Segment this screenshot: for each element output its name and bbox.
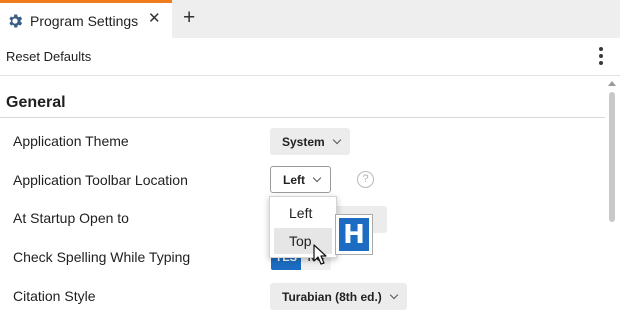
setting-label-toolbar-location: Application Toolbar Location bbox=[13, 172, 188, 188]
more-options-icon[interactable] bbox=[598, 47, 604, 67]
gear-icon bbox=[9, 14, 23, 27]
tab-program-settings[interactable]: Program Settings bbox=[0, 0, 172, 38]
chevron-down-icon bbox=[332, 135, 341, 144]
h-badge-letter: H bbox=[339, 218, 369, 251]
new-tab-button[interactable]: + bbox=[183, 6, 195, 30]
mouse-cursor-icon bbox=[313, 244, 327, 265]
settings-toolbar: Reset Defaults bbox=[0, 38, 620, 76]
chevron-down-icon bbox=[312, 173, 322, 182]
setting-label-application-theme: Application Theme bbox=[13, 133, 129, 149]
setting-label-check-spelling: Check Spelling While Typing bbox=[13, 249, 191, 265]
tab-bar: Program Settings ✕ + bbox=[0, 0, 620, 38]
application-theme-dropdown[interactable]: System bbox=[270, 128, 350, 155]
section-title-general: General bbox=[6, 94, 66, 111]
scrollbar-thumb[interactable] bbox=[609, 92, 615, 222]
toolbar-location-dropdown[interactable]: Left bbox=[270, 166, 331, 193]
menu-item-left[interactable]: Left bbox=[274, 200, 332, 226]
h-badge: H bbox=[335, 214, 373, 255]
tab-title: Program Settings bbox=[30, 12, 139, 29]
reset-defaults-button[interactable]: Reset Defaults bbox=[6, 49, 91, 64]
setting-label-startup-open-to: At Startup Open to bbox=[13, 210, 129, 226]
application-theme-value: System bbox=[282, 134, 325, 149]
citation-style-dropdown[interactable]: Turabian (8th ed.) bbox=[270, 283, 407, 310]
scroll-up-icon[interactable] bbox=[608, 81, 616, 86]
section-divider bbox=[0, 117, 605, 118]
chevron-down-icon bbox=[389, 290, 399, 299]
citation-style-value: Turabian (8th ed.) bbox=[282, 289, 382, 304]
toolbar-location-value: Left bbox=[283, 172, 305, 187]
setting-label-citation-style: Citation Style bbox=[13, 288, 96, 304]
close-tab-icon[interactable]: ✕ bbox=[148, 9, 161, 27]
help-icon[interactable]: ? bbox=[357, 171, 374, 188]
